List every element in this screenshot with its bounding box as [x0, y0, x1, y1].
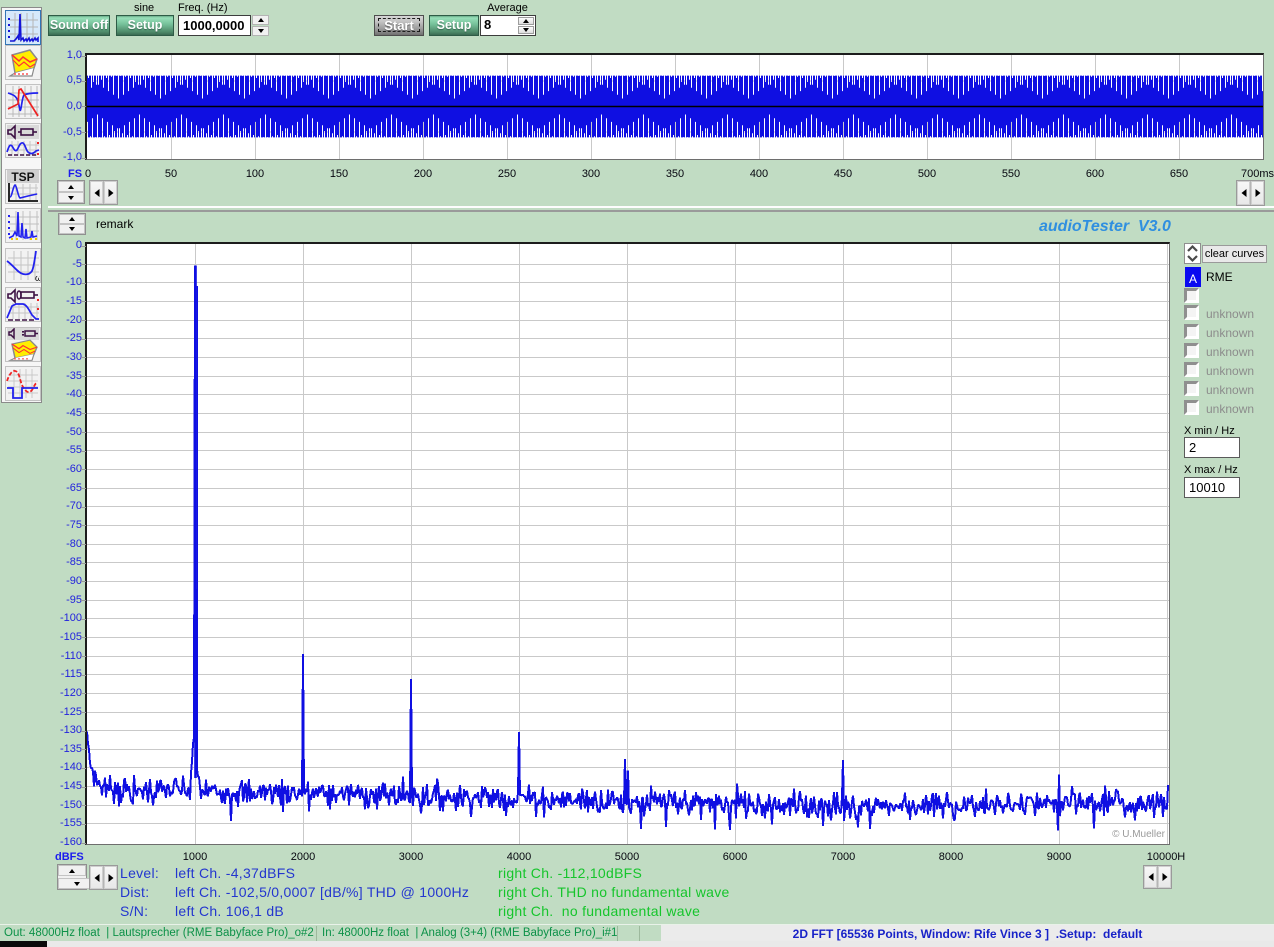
svg-text:TSP: TSP	[11, 170, 34, 184]
svg-text:ω: ω	[35, 273, 40, 282]
